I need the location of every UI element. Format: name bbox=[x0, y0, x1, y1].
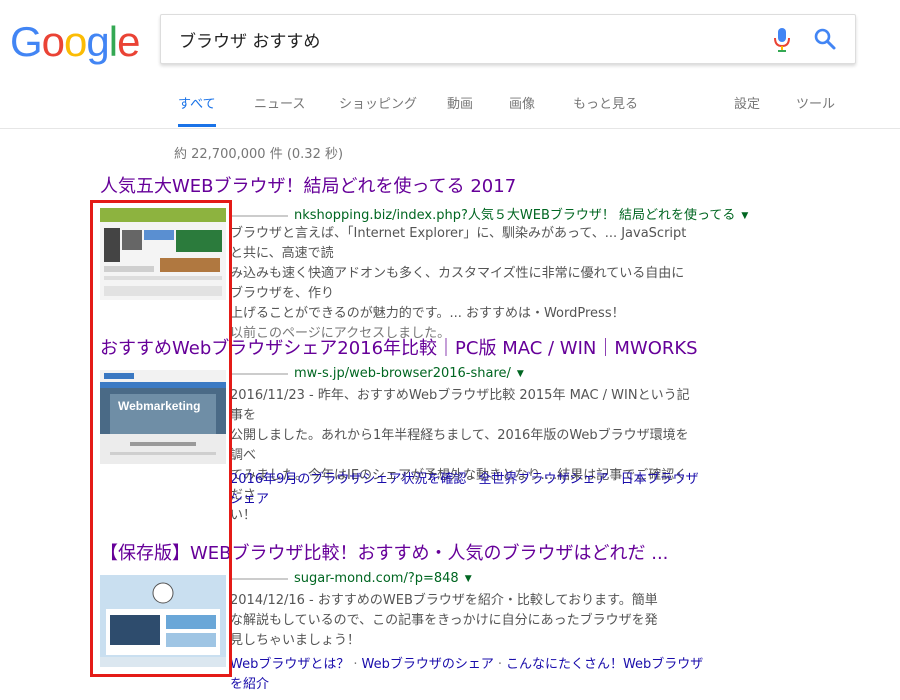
result-url: mw-s.jp/web-browser2016-share/ ▼ bbox=[232, 366, 524, 381]
separator: · bbox=[353, 657, 358, 672]
header: Google すべて ニュース ショッピング 動画 画像 もっと見る 設定 ツー… bbox=[0, 0, 900, 129]
snippet-line: 見しちゃいましょう！ bbox=[230, 633, 361, 648]
snippet-line: 2016/11/23 - 昨年、おすすめWebブラウザ比較 2015年 MAC … bbox=[230, 388, 690, 423]
sitelinks: Webブラウザとは？ · Webブラウザのシェア · こんなにたくさん！Webブラウザを… bbox=[230, 655, 710, 695]
snippet-line: ブラウザと言えば、「Internet Explorer」に、馴染みがあって、..… bbox=[230, 226, 687, 261]
dropdown-caret-icon[interactable]: ▼ bbox=[465, 574, 472, 584]
tab-settings[interactable]: 設定 bbox=[734, 93, 760, 127]
search-tabs: すべて ニュース ショッピング 動画 画像 もっと見る 設定 ツール bbox=[160, 93, 860, 127]
separator: · bbox=[612, 472, 617, 487]
url-bar-decoration bbox=[232, 214, 288, 217]
search-input[interactable] bbox=[177, 25, 761, 53]
highlight-box bbox=[90, 200, 232, 677]
logo-letter: G bbox=[10, 18, 43, 65]
search-box[interactable] bbox=[160, 14, 856, 64]
google-logo[interactable]: Google bbox=[10, 18, 140, 66]
result-url: sugar-mond.com/?p=848 ▼ bbox=[232, 571, 472, 586]
sitelink[interactable]: 2016年9月のブラウザシェア状況を確認 bbox=[230, 472, 466, 487]
tab-images[interactable]: 画像 bbox=[509, 93, 535, 127]
logo-letter: e bbox=[117, 18, 140, 65]
sitelinks: 2016年9月のブラウザシェア状況を確認 · 全世界ブラウザシェア · 日本ブラウザシェ… bbox=[230, 470, 710, 510]
dropdown-caret-icon[interactable]: ▼ bbox=[741, 211, 748, 221]
snippet-line: な解説もしているので、この記事をきっかけに自分にあったブラウザを発 bbox=[230, 613, 658, 628]
logo-letter: o bbox=[64, 18, 87, 65]
result-url-text: mw-s.jp/web-browser2016-share/ bbox=[294, 366, 511, 381]
logo-letter: l bbox=[108, 18, 118, 65]
snippet-line: 2014/12/16 - おすすめのWEBブラウザを紹介・比較しております。簡単 bbox=[230, 593, 658, 608]
url-bar-decoration bbox=[232, 372, 288, 375]
snippet-line: 上げることができるのが魅力的です。... おすすめは・WordPress！ bbox=[230, 306, 625, 321]
tab-more[interactable]: もっと見る bbox=[573, 93, 638, 127]
magnifier-icon[interactable] bbox=[813, 27, 837, 51]
logo-letter: o bbox=[41, 18, 65, 65]
result-url: nkshopping.biz/index.php?人気５大WEBブラウザ！ 結局… bbox=[232, 204, 748, 223]
result-stats: 約 22,700,000 件 (0.32 秒) bbox=[174, 147, 344, 162]
tab-shopping[interactable]: ショッピング bbox=[339, 93, 417, 127]
result-url-text: sugar-mond.com/?p=848 bbox=[294, 571, 459, 586]
snippet-line: み込みも速く快適アドオンも多く、カスタマイズ性に非常に優れている自由にブラウザを… bbox=[230, 266, 685, 301]
search-result: 人気五大WEBブラウザ！結局どれを使ってる 2017 nkshopping.bi… bbox=[100, 176, 748, 341]
tab-all[interactable]: すべて bbox=[178, 93, 216, 127]
sitelink[interactable]: 全世界ブラウザシェア bbox=[479, 472, 609, 487]
sitelink[interactable]: Webブラウザとは？ bbox=[230, 657, 349, 672]
dropdown-caret-icon[interactable]: ▼ bbox=[517, 369, 524, 379]
result-title-link[interactable]: 人気五大WEBブラウザ！結局どれを使ってる 2017 bbox=[100, 176, 740, 198]
tab-news[interactable]: ニュース bbox=[254, 93, 305, 127]
tab-tools[interactable]: ツール bbox=[796, 93, 835, 127]
separator: · bbox=[497, 657, 502, 672]
url-bar-decoration bbox=[232, 577, 288, 580]
sitelink[interactable]: Webブラウザのシェア bbox=[361, 657, 493, 672]
snippet-line: 公開しました。あれから1年半程経ちまして、2016年版のWebブラウザ環境を調べ bbox=[230, 428, 689, 463]
result-url-text: nkshopping.biz/index.php?人気５大WEBブラウザ！ 結局… bbox=[294, 208, 736, 223]
logo-letter: g bbox=[86, 18, 109, 65]
result-snippet: 2014/12/16 - おすすめのWEBブラウザを紹介・比較しております。簡単… bbox=[230, 591, 690, 651]
tab-videos[interactable]: 動画 bbox=[447, 93, 473, 127]
result-snippet: ブラウザと言えば、「Internet Explorer」に、馴染みがあって、..… bbox=[230, 224, 690, 344]
mic-icon[interactable] bbox=[773, 27, 791, 53]
separator: · bbox=[470, 472, 475, 487]
